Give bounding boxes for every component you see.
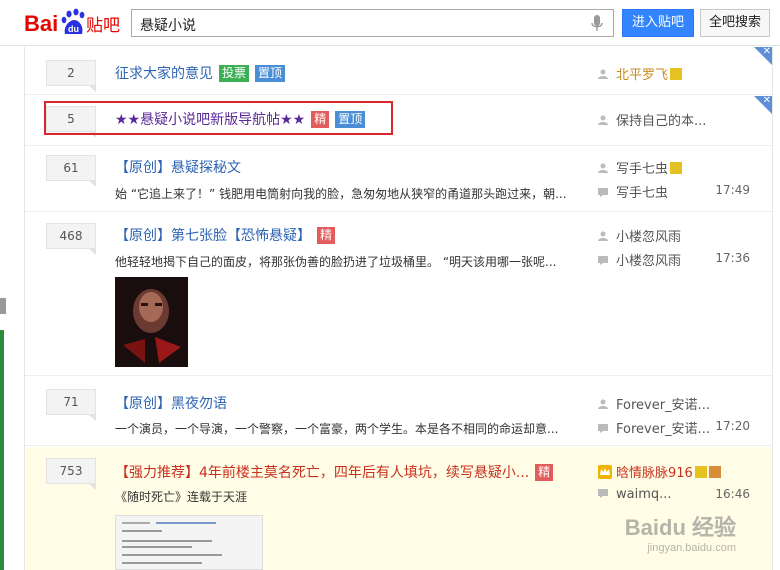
user-icon	[598, 69, 608, 79]
reply-count: 468	[46, 223, 96, 255]
vote-tag: 投票	[219, 65, 250, 82]
user-icon	[598, 163, 608, 173]
side-green-bar	[0, 330, 4, 570]
svg-text:贴吧: 贴吧	[86, 16, 120, 36]
last-replier[interactable]: waimq...	[598, 487, 672, 502]
book-cover-image[interactable]	[115, 277, 188, 367]
pinned-tag: 置顶	[255, 65, 286, 82]
thread-excerpt: 始 “它追上来了！” 钱肥用电筒射向我的脸，急匆匆地从狭窄的甬道那头跑过来，朝.…	[115, 187, 567, 201]
last-reply-time: 17:20	[715, 419, 750, 433]
last-replier[interactable]: 小楼忽风雨	[598, 250, 681, 269]
svg-text:du: du	[68, 24, 79, 34]
reply-icon	[598, 188, 608, 197]
reply-count: 2	[46, 60, 96, 92]
thread-title-link[interactable]: 征求大家的意见 投票 置顶	[115, 63, 286, 83]
reply-count: 71	[46, 389, 96, 421]
user-icon	[598, 399, 608, 409]
featured-tag: 精	[535, 464, 554, 481]
thread-title: 【原创】第七张脸【恐怖悬疑】	[115, 228, 311, 244]
close-thread-icon[interactable]: ✕	[754, 96, 772, 114]
reply-icon	[598, 489, 608, 498]
thumbnail-text-art	[122, 522, 222, 564]
level-badge-icon	[670, 68, 683, 80]
thread-row[interactable]: 71 【原创】黑夜勿语 一个演员，一个导演，一个警察，一个富豪，两个学生。本是各…	[25, 377, 772, 446]
microphone-icon[interactable]	[591, 15, 603, 32]
reply-icon	[598, 256, 608, 265]
top-header: Bai du 贴吧 悬疑小说 进入贴吧 全吧搜索	[0, 0, 780, 46]
thread-row[interactable]: 2 征求大家的意见 投票 置顶 北平罗飞 ✕	[25, 47, 772, 95]
baidu-paw-icon: Bai du 贴吧	[24, 8, 120, 36]
member-badge-icon	[708, 466, 721, 478]
last-replier[interactable]: Forever_安诺...	[598, 418, 710, 437]
thread-author[interactable]: 写手七虫	[598, 158, 683, 177]
highlight-box	[44, 101, 393, 135]
thread-row[interactable]: 61 【原创】悬疑探秘文 始 “它追上来了！” 钱肥用电筒射向我的脸，急匆匆地从…	[25, 147, 772, 212]
thread-excerpt: 他轻轻地揭下自己的面皮，将那张伪善的脸扔进了垃圾桶里。 “明天该用哪一张呢...	[115, 255, 557, 269]
user-icon	[598, 231, 608, 241]
level-badge-icon	[694, 466, 707, 478]
screenshot-thumbnail[interactable]	[115, 515, 263, 570]
thread-author[interactable]: 保持自己的本...	[598, 110, 706, 129]
reply-icon	[598, 424, 608, 433]
baidu-tieba-logo[interactable]: Bai du 贴吧	[24, 8, 122, 38]
baidu-jingyan-watermark: Baidu 经验 jingyan.baidu.com	[624, 515, 736, 554]
reply-count: 61	[46, 155, 96, 187]
search-query-text: 悬疑小说	[140, 18, 196, 34]
level-badge-icon	[670, 162, 683, 174]
svg-text:Bai: Bai	[24, 11, 58, 36]
content-right-border	[772, 47, 773, 570]
thread-author[interactable]: 晗情脉脉916	[598, 462, 721, 481]
last-reply-time: 17:36	[715, 251, 750, 265]
reply-count: 753	[46, 458, 96, 490]
thread-title-link[interactable]: 【原创】第七张脸【恐怖悬疑】精	[115, 225, 336, 245]
side-tab[interactable]	[0, 298, 6, 314]
last-replier[interactable]: 写手七虫	[598, 182, 668, 201]
thread-author[interactable]: 北平罗飞	[598, 64, 683, 83]
thread-title-link[interactable]: 【强力推荐】4年前楼主莫名死亡，四年后有人填坑，续写悬疑小... 精	[115, 462, 554, 482]
crown-icon	[598, 465, 612, 479]
search-input[interactable]: 悬疑小说	[131, 9, 614, 37]
enter-tieba-button[interactable]: 进入贴吧	[622, 9, 694, 37]
user-icon	[598, 115, 608, 125]
thread-excerpt: 《随时死亡》连载于天涯	[115, 490, 248, 504]
thread-title[interactable]: 【原创】黑夜勿语	[115, 393, 227, 413]
thread-excerpt: 一个演员，一个导演，一个警察，一个富豪，两个学生。本是各不相同的命运却意...	[115, 422, 559, 436]
thread-row[interactable]: 468 【原创】第七张脸【恐怖悬疑】精 他轻轻地揭下自己的面皮，将那张伪善的脸扔…	[25, 213, 772, 376]
thread-author[interactable]: 小楼忽风雨	[598, 226, 681, 245]
featured-tag: 精	[317, 227, 336, 244]
thread-title: 征求大家的意见	[115, 66, 213, 82]
last-reply-time: 17:49	[715, 183, 750, 197]
book-cover-art	[115, 277, 188, 367]
search-all-button[interactable]: 全吧搜索	[700, 9, 770, 37]
close-thread-icon[interactable]: ✕	[754, 47, 772, 65]
last-reply-time: 16:46	[715, 487, 750, 501]
thread-author[interactable]: Forever_安诺...	[598, 394, 710, 413]
thread-title[interactable]: 【原创】悬疑探秘文	[115, 157, 241, 177]
thread-title: 【强力推荐】4年前楼主莫名死亡，四年后有人填坑，续写悬疑小...	[115, 465, 530, 481]
